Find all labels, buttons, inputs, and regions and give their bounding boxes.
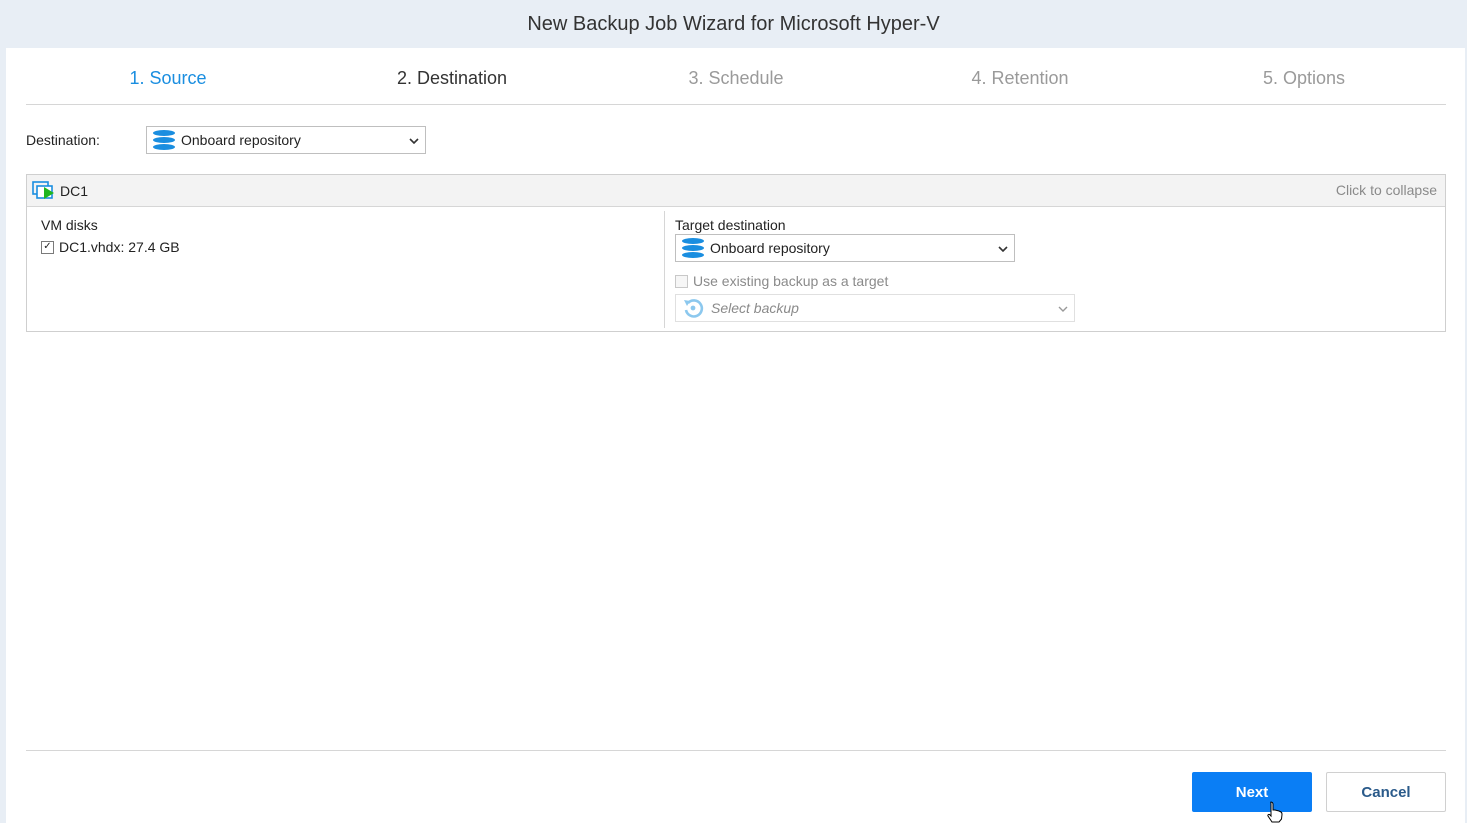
- collapse-link[interactable]: Click to collapse: [1336, 182, 1437, 198]
- next-button[interactable]: Next: [1192, 772, 1312, 812]
- vm-panel: DC1 Click to collapse VM disks ✓ DC1.vhd…: [26, 174, 1446, 332]
- disk-checkbox[interactable]: ✓: [41, 240, 54, 254]
- step-retention[interactable]: 4. Retention: [971, 68, 1068, 89]
- panel-divider: [664, 211, 665, 328]
- cancel-button[interactable]: Cancel: [1326, 772, 1446, 812]
- use-existing-backup-row[interactable]: Use existing backup as a target: [675, 273, 888, 289]
- destination-label: Destination:: [26, 132, 100, 148]
- wizard-steps: 1. Source 2. Destination 3. Schedule 4. …: [26, 56, 1446, 105]
- vm-icon: [32, 181, 54, 199]
- destination-select[interactable]: Onboard repository: [146, 126, 426, 154]
- target-destination-value: Onboard repository: [710, 240, 830, 256]
- chevron-down-icon: [1052, 301, 1074, 315]
- vm-name: DC1: [60, 183, 89, 199]
- database-icon: [682, 236, 704, 260]
- destination-row: Destination:: [26, 126, 146, 154]
- chevron-down-icon: [992, 241, 1014, 255]
- destination-select-value: Onboard repository: [181, 132, 301, 148]
- vm-disks-label: VM disks: [41, 217, 98, 233]
- backup-restore-icon: [684, 299, 704, 318]
- window-frame-left: [0, 48, 6, 823]
- use-existing-backup-label: Use existing backup as a target: [693, 273, 889, 289]
- use-existing-backup-checkbox[interactable]: [675, 274, 688, 288]
- database-icon: [153, 128, 175, 152]
- select-backup-dropdown[interactable]: Select backup: [675, 294, 1075, 322]
- step-source[interactable]: 1. Source: [129, 68, 206, 89]
- step-destination[interactable]: 2. Destination: [397, 68, 507, 89]
- step-options[interactable]: 5. Options: [1263, 68, 1345, 89]
- vm-panel-body: VM disks ✓ DC1.vhdx: 27.4 GB Target dest…: [27, 207, 1445, 332]
- window-title: New Backup Job Wizard for Microsoft Hype…: [0, 0, 1467, 48]
- step-schedule[interactable]: 3. Schedule: [688, 68, 783, 89]
- hand-cursor-icon: [1267, 801, 1283, 823]
- chevron-down-icon: [403, 133, 425, 147]
- vm-panel-header[interactable]: DC1 Click to collapse: [27, 175, 1445, 207]
- select-backup-placeholder: Select backup: [711, 300, 799, 316]
- target-destination-label: Target destination: [675, 217, 786, 233]
- footer-divider: [26, 750, 1446, 751]
- disk-row[interactable]: ✓ DC1.vhdx: 27.4 GB: [41, 239, 180, 255]
- disk-label: DC1.vhdx: 27.4 GB: [59, 239, 180, 255]
- target-destination-select[interactable]: Onboard repository: [675, 234, 1015, 262]
